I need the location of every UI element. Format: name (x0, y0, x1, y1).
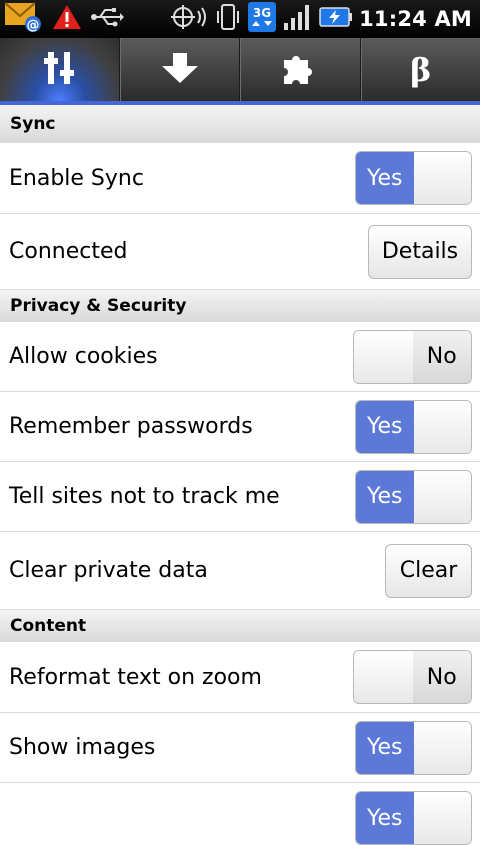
beta-icon: β (410, 51, 431, 89)
partial-toggle[interactable]: Yes (355, 791, 472, 845)
tab-settings[interactable] (0, 38, 120, 101)
toggle-value: No (413, 651, 472, 703)
toggle-value: Yes (356, 722, 414, 774)
enable-sync-toggle[interactable]: Yes (355, 151, 472, 205)
signal-icon (283, 3, 313, 35)
network-3g-icon: 3G (247, 1, 277, 37)
toggle-value: Yes (356, 471, 414, 523)
toggle-thumb (354, 331, 413, 383)
section-title: Sync (10, 114, 56, 134)
setting-label: Reformat text on zoom (9, 665, 262, 690)
vibrate-icon (215, 2, 241, 36)
clock: 11:24 AM (359, 7, 472, 31)
toggle-thumb (354, 651, 413, 703)
puzzle-piece-icon (280, 50, 320, 90)
setting-row-reformat-text: Reformat text on zoom No (0, 642, 480, 713)
setting-label: Tell sites not to track me (9, 484, 280, 509)
setting-row-allow-cookies: Allow cookies No (0, 322, 480, 392)
setting-row-show-images: Show images Yes (0, 713, 480, 783)
status-bar: @ (0, 0, 480, 38)
battery-charging-icon (319, 6, 353, 32)
setting-row-partial: Yes (0, 783, 480, 843)
setting-row-connected: Connected Details (0, 214, 480, 290)
reformat-text-toggle[interactable]: No (353, 650, 472, 704)
sliders-icon (43, 50, 75, 90)
svg-text:@: @ (27, 18, 40, 33)
clear-button[interactable]: Clear (385, 544, 472, 598)
section-header-content: Content (0, 610, 480, 642)
toggle-value: Yes (356, 152, 414, 204)
download-arrow-icon (160, 51, 200, 89)
toggle-thumb (414, 722, 472, 774)
settings-list: Sync Enable Sync Yes Connected Details P… (0, 105, 480, 843)
section-title: Privacy & Security (10, 296, 186, 316)
toggle-thumb (414, 152, 472, 204)
setting-label: Clear private data (9, 558, 208, 583)
setting-row-remember-passwords: Remember passwords Yes (0, 392, 480, 462)
show-images-toggle[interactable]: Yes (355, 721, 472, 775)
toggle-thumb (414, 471, 472, 523)
setting-label: Show images (9, 735, 155, 760)
warning-icon (52, 3, 82, 35)
do-not-track-toggle[interactable]: Yes (355, 470, 472, 524)
section-header-sync: Sync (0, 105, 480, 143)
section-header-privacy: Privacy & Security (0, 290, 480, 322)
section-title: Content (10, 616, 86, 636)
setting-label: Enable Sync (9, 166, 144, 191)
toggle-thumb (414, 401, 472, 453)
remember-passwords-toggle[interactable]: Yes (355, 400, 472, 454)
setting-label: Allow cookies (9, 344, 158, 369)
gps-icon (169, 3, 209, 35)
usb-icon (90, 5, 124, 33)
setting-row-clear-private-data: Clear private data Clear (0, 532, 480, 610)
toggle-value: No (413, 331, 472, 383)
allow-cookies-toggle[interactable]: No (353, 330, 472, 384)
tab-beta[interactable]: β (361, 38, 480, 101)
email-alert-icon: @ (4, 0, 44, 38)
setting-label: Connected (9, 239, 127, 264)
setting-label: Remember passwords (9, 414, 253, 439)
toggle-value: Yes (356, 401, 414, 453)
network-3g-label: 3G (253, 6, 271, 20)
setting-row-do-not-track: Tell sites not to track me Yes (0, 462, 480, 532)
tab-downloads[interactable] (120, 38, 241, 101)
details-button[interactable]: Details (368, 225, 472, 279)
tab-bar: β (0, 38, 480, 101)
setting-row-enable-sync: Enable Sync Yes (0, 143, 480, 214)
tab-addons[interactable] (240, 38, 361, 101)
